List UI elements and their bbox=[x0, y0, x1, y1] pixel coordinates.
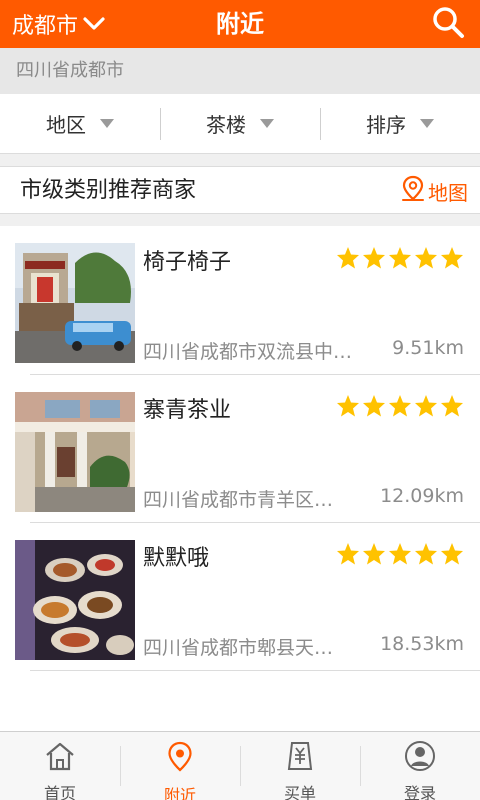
filter-label: 茶楼 bbox=[206, 113, 246, 137]
tab-home[interactable]: 首页 bbox=[0, 732, 120, 800]
tab-label: 登录 bbox=[403, 784, 436, 800]
rating-stars bbox=[334, 394, 464, 418]
star-icon bbox=[337, 395, 359, 417]
shop-name: 椅子椅子 bbox=[143, 250, 232, 275]
shop-address: 四川省成都市青羊区… bbox=[143, 489, 334, 511]
section-header: 市级类别推荐商家 地图 bbox=[0, 166, 480, 214]
star-icon bbox=[363, 395, 385, 417]
search-icon bbox=[431, 5, 465, 43]
bottom-tab-bar: 首页 附近 买单 登录 bbox=[0, 731, 480, 800]
star-icon bbox=[415, 543, 437, 565]
list-item[interactable]: 寨青茶业 四川省成都市青羊区… 12.09km bbox=[0, 374, 480, 523]
shop-distance: 9.51km bbox=[392, 337, 464, 359]
divider bbox=[30, 670, 480, 671]
page-title: 附近 bbox=[216, 10, 264, 38]
filter-sort[interactable]: 排序 bbox=[320, 94, 480, 153]
filter-category[interactable]: 茶楼 bbox=[160, 94, 320, 153]
shop-distance: 18.53km bbox=[380, 633, 464, 655]
city-label: 成都市 bbox=[12, 14, 79, 39]
search-button[interactable] bbox=[430, 6, 466, 42]
shop-name: 寨青茶业 bbox=[143, 398, 232, 423]
star-icon bbox=[415, 247, 437, 269]
rating-stars bbox=[334, 246, 464, 270]
star-icon bbox=[363, 247, 385, 269]
dropdown-triangle-icon bbox=[420, 119, 434, 128]
section-title: 市级类别推荐商家 bbox=[20, 178, 197, 203]
chevron-down-icon bbox=[82, 16, 106, 32]
filter-region[interactable]: 地区 bbox=[0, 94, 160, 153]
list-item[interactable]: 默默哦 四川省成都市郫县天… 18.53km bbox=[0, 522, 480, 671]
city-selector[interactable]: 成都市 bbox=[12, 6, 106, 42]
shop-name: 默默哦 bbox=[143, 546, 210, 571]
star-icon bbox=[363, 543, 385, 565]
list-item[interactable]: 椅子椅子 四川省成都市双流县中… 9.51km bbox=[0, 226, 480, 375]
filter-bar: 地区 茶楼 排序 bbox=[0, 94, 480, 154]
star-icon bbox=[337, 543, 359, 565]
star-icon bbox=[337, 247, 359, 269]
tab-pay[interactable]: 买单 bbox=[240, 732, 360, 800]
shop-thumbnail bbox=[15, 392, 135, 512]
filter-label: 排序 bbox=[366, 113, 406, 137]
star-icon bbox=[441, 247, 463, 269]
shop-thumbnail bbox=[15, 243, 135, 363]
top-bar: 成都市 附近 bbox=[0, 0, 480, 48]
star-icon bbox=[441, 543, 463, 565]
tab-label: 买单 bbox=[283, 784, 316, 800]
shop-address: 四川省成都市郫县天… bbox=[143, 637, 334, 659]
rating-stars bbox=[334, 542, 464, 566]
tab-login[interactable]: 登录 bbox=[360, 732, 480, 800]
star-icon bbox=[389, 247, 411, 269]
home-icon bbox=[43, 740, 77, 776]
location-pin-icon bbox=[163, 740, 197, 778]
star-icon bbox=[389, 395, 411, 417]
dropdown-triangle-icon bbox=[100, 119, 114, 128]
shop-thumbnail bbox=[15, 540, 135, 660]
map-pin-icon bbox=[400, 175, 428, 208]
star-icon bbox=[441, 395, 463, 417]
star-icon bbox=[415, 395, 437, 417]
map-label: 地图 bbox=[428, 180, 468, 205]
map-button[interactable]: 地图 bbox=[400, 167, 468, 215]
shop-distance: 12.09km bbox=[380, 485, 464, 507]
receipt-icon bbox=[283, 740, 317, 776]
star-icon bbox=[389, 543, 411, 565]
current-location: 四川省成都市 bbox=[0, 48, 480, 94]
dropdown-triangle-icon bbox=[260, 119, 274, 128]
tab-label: 附近 bbox=[163, 786, 196, 800]
tab-label: 首页 bbox=[43, 784, 76, 800]
user-icon bbox=[403, 740, 437, 776]
shop-address: 四川省成都市双流县中… bbox=[143, 341, 353, 363]
tab-nearby[interactable]: 附近 bbox=[120, 732, 240, 800]
shop-list: 椅子椅子 四川省成都市双流县中… 9.51km 寨青茶业 四川省成都市青羊区… … bbox=[0, 226, 480, 731]
filter-label: 地区 bbox=[46, 113, 86, 137]
